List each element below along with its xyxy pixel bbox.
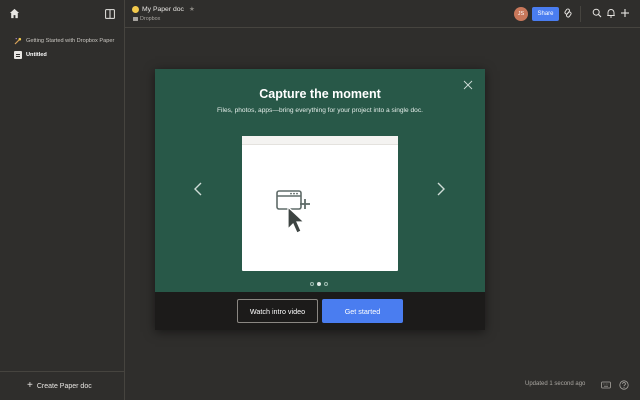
modal-title: Capture the moment [259,87,381,101]
sparkle-icon [14,37,22,45]
home-icon[interactable] [9,8,20,19]
sidebar: Getting Started with Dropbox Paper Untit… [0,0,125,400]
carousel-dot-active[interactable] [317,282,321,286]
modal-content: Capture the moment Files, photos, apps—b… [155,69,485,292]
doc-list: Getting Started with Dropbox Paper Untit… [14,34,122,62]
carousel-dots [310,282,328,286]
create-paper-doc-button[interactable]: + Create Paper doc [27,381,92,391]
breadcrumb[interactable]: Dropbox [133,16,160,22]
plus-icon[interactable] [620,8,630,18]
carousel-dot[interactable] [324,282,328,286]
illustration-toolbar [242,136,398,145]
create-paper-doc-label: Create Paper doc [36,382,92,390]
modal-footer [155,292,485,330]
avatar[interactable]: JS [514,7,528,21]
chevron-right-icon[interactable] [436,182,446,196]
search-icon[interactable] [592,8,602,18]
plus-icon: + [27,380,33,391]
onboarding-modal: Capture the moment Files, photos, apps—b… [155,69,485,330]
keyboard-icon[interactable] [601,380,611,390]
carousel-dot[interactable] [310,282,314,286]
modal-subtitle: Files, photos, apps—bring everything for… [217,107,423,114]
doc-title-row: My Paper doc ★ [132,5,195,13]
sidebar-item-getting-started[interactable]: Getting Started with Dropbox Paper [14,34,122,48]
sidebar-item-label: Getting Started with Dropbox Paper [26,38,115,44]
chevron-left-icon[interactable] [193,182,203,196]
illustration-card [242,136,398,271]
bell-icon[interactable] [606,8,616,18]
star-icon[interactable]: ★ [189,5,195,13]
sidebar-item-label: Untitled [26,52,47,58]
watch-intro-video-button[interactable]: Watch intro video [237,299,318,323]
get-started-button[interactable]: Get started [322,299,403,323]
folder-icon [133,17,138,21]
sidebar-item-untitled[interactable]: Untitled [14,48,122,62]
emoji-icon[interactable] [132,5,139,13]
doc-header: My Paper doc ★ Dropbox JS Share [125,0,640,28]
doc-icon [14,51,22,59]
help-icon[interactable] [619,380,629,390]
doc-title[interactable]: My Paper doc [142,6,184,13]
share-button[interactable]: Share [532,7,559,21]
header-divider [580,6,581,22]
update-status: Updated 1 second ago [525,381,586,387]
breadcrumb-label: Dropbox [140,16,161,22]
sidebar-divider [0,371,125,372]
link-icon[interactable] [563,8,573,18]
add-content-cursor-icon [276,190,310,234]
sidebar-toggle-icon[interactable] [105,9,115,19]
